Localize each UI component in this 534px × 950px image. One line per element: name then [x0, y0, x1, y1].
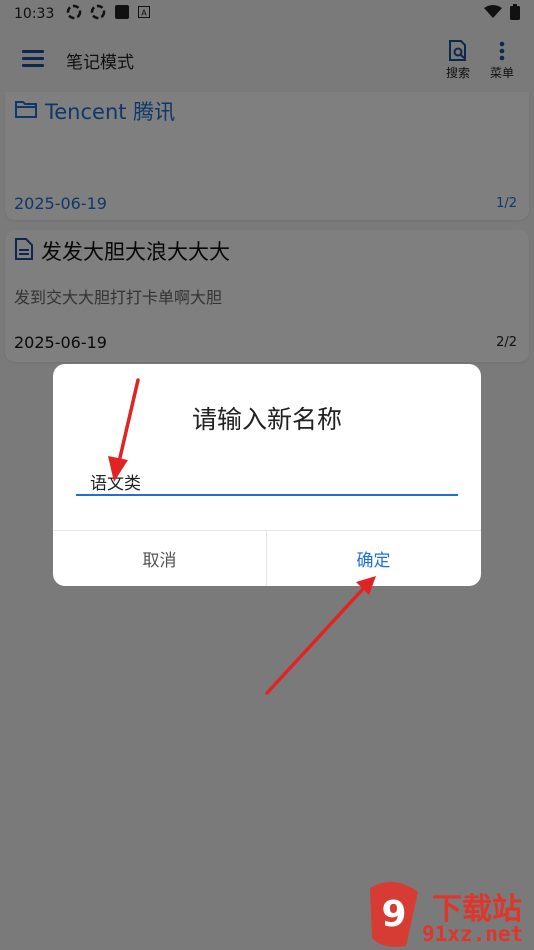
- cancel-button[interactable]: 取消: [53, 531, 266, 586]
- new-name-input[interactable]: [76, 468, 458, 496]
- dialog-title: 请输入新名称: [191, 405, 342, 434]
- watermark-logo: 9: [370, 881, 418, 947]
- watermark-url: 91xz.net: [422, 922, 524, 946]
- site-watermark: 9 下载站 91xz.net: [362, 880, 534, 950]
- svg-text:9: 9: [381, 894, 406, 935]
- rename-dialog: 请输入新名称 取消 确定: [53, 364, 481, 586]
- confirm-button[interactable]: 确定: [267, 531, 480, 586]
